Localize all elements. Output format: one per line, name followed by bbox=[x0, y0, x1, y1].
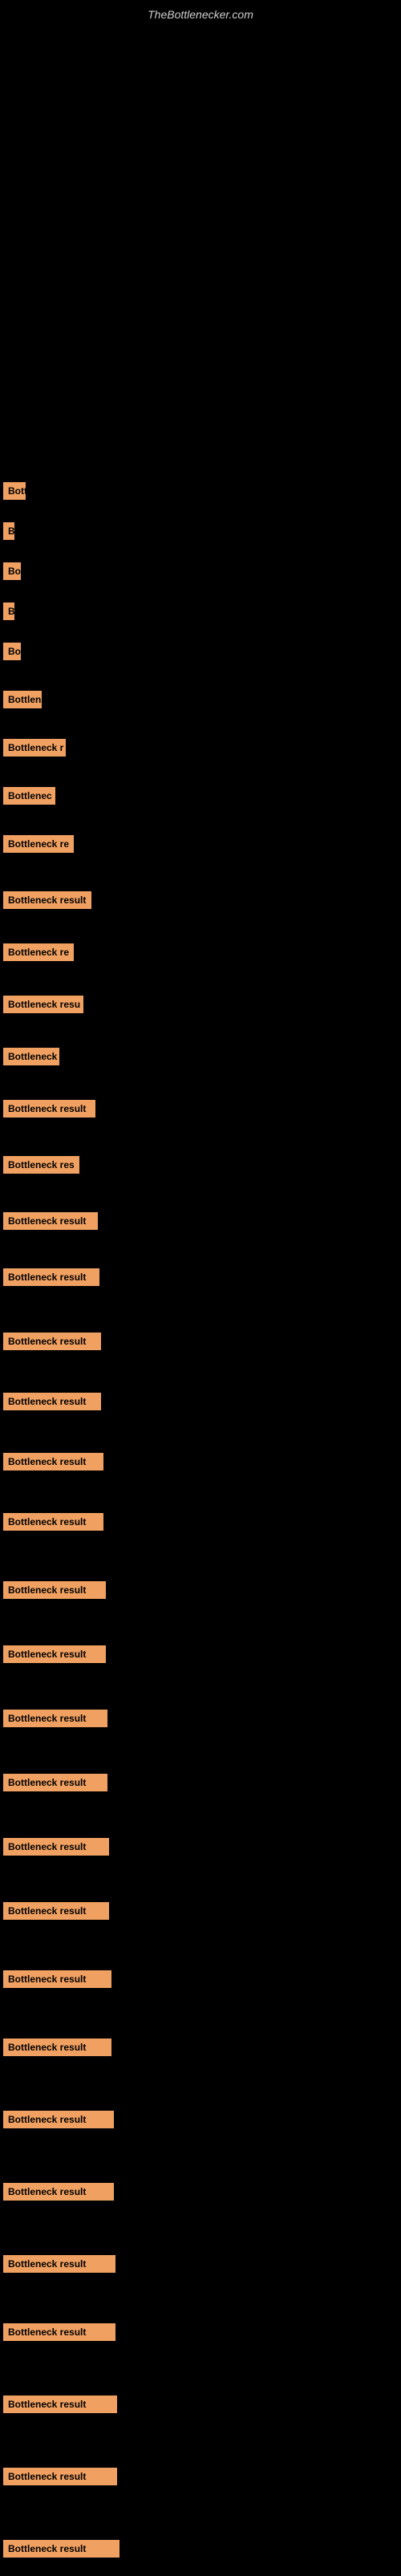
bottleneck-bar-26: Bottleneck result bbox=[3, 1838, 109, 1856]
bottleneck-bar-4: B bbox=[3, 602, 14, 620]
bottleneck-bar-8: Bottlenec bbox=[3, 787, 55, 805]
bottleneck-bar-21: Bottleneck result bbox=[3, 1513, 103, 1531]
bottleneck-bar-18: Bottleneck result bbox=[3, 1333, 101, 1350]
bottleneck-bar-9: Bottleneck re bbox=[3, 835, 74, 853]
bottleneck-bar-10: Bottleneck result bbox=[3, 891, 91, 909]
bottleneck-bar-35: Bottleneck result bbox=[3, 2468, 117, 2485]
bottleneck-bar-22: Bottleneck result bbox=[3, 1581, 106, 1599]
bottleneck-bar-14: Bottleneck result bbox=[3, 1100, 95, 1118]
bottleneck-bar-3: Bo bbox=[3, 562, 21, 580]
bottleneck-bar-31: Bottleneck result bbox=[3, 2183, 114, 2201]
bottleneck-bar-27: Bottleneck result bbox=[3, 1902, 109, 1920]
bottleneck-bar-1: Bottleneck result bbox=[3, 482, 26, 500]
bottleneck-bar-28: Bottleneck result bbox=[3, 1970, 111, 1988]
bottleneck-bar-2: B bbox=[3, 522, 14, 540]
bottleneck-bar-32: Bottleneck result bbox=[3, 2255, 115, 2273]
bottleneck-bar-20: Bottleneck result bbox=[3, 1453, 103, 1471]
bottleneck-bar-33: Bottleneck result bbox=[3, 2323, 115, 2341]
bottleneck-bar-17: Bottleneck result bbox=[3, 1268, 99, 1286]
bottleneck-bar-6: Bottlen bbox=[3, 691, 42, 708]
bottleneck-bar-13: Bottleneck bbox=[3, 1048, 59, 1065]
bottleneck-bar-24: Bottleneck result bbox=[3, 1710, 107, 1727]
bottleneck-bar-29: Bottleneck result bbox=[3, 2038, 111, 2056]
bottleneck-bar-16: Bottleneck result bbox=[3, 1212, 98, 1230]
bottleneck-bar-30: Bottleneck result bbox=[3, 2111, 114, 2128]
bottleneck-bar-25: Bottleneck result bbox=[3, 1774, 107, 1791]
bottleneck-bar-15: Bottleneck res bbox=[3, 1156, 79, 1174]
bottleneck-bar-23: Bottleneck result bbox=[3, 1645, 106, 1663]
bottleneck-bar-36: Bottleneck result bbox=[3, 2540, 119, 2558]
bottleneck-bar-34: Bottleneck result bbox=[3, 2395, 117, 2413]
site-title: TheBottlenecker.com bbox=[0, 0, 401, 25]
bottleneck-bar-12: Bottleneck resu bbox=[3, 996, 83, 1013]
bottleneck-bar-11: Bottleneck re bbox=[3, 943, 74, 961]
bottleneck-bar-7: Bottleneck r bbox=[3, 739, 66, 757]
bottleneck-bar-5: Bo bbox=[3, 643, 21, 660]
bottleneck-bar-19: Bottleneck result bbox=[3, 1393, 101, 1410]
